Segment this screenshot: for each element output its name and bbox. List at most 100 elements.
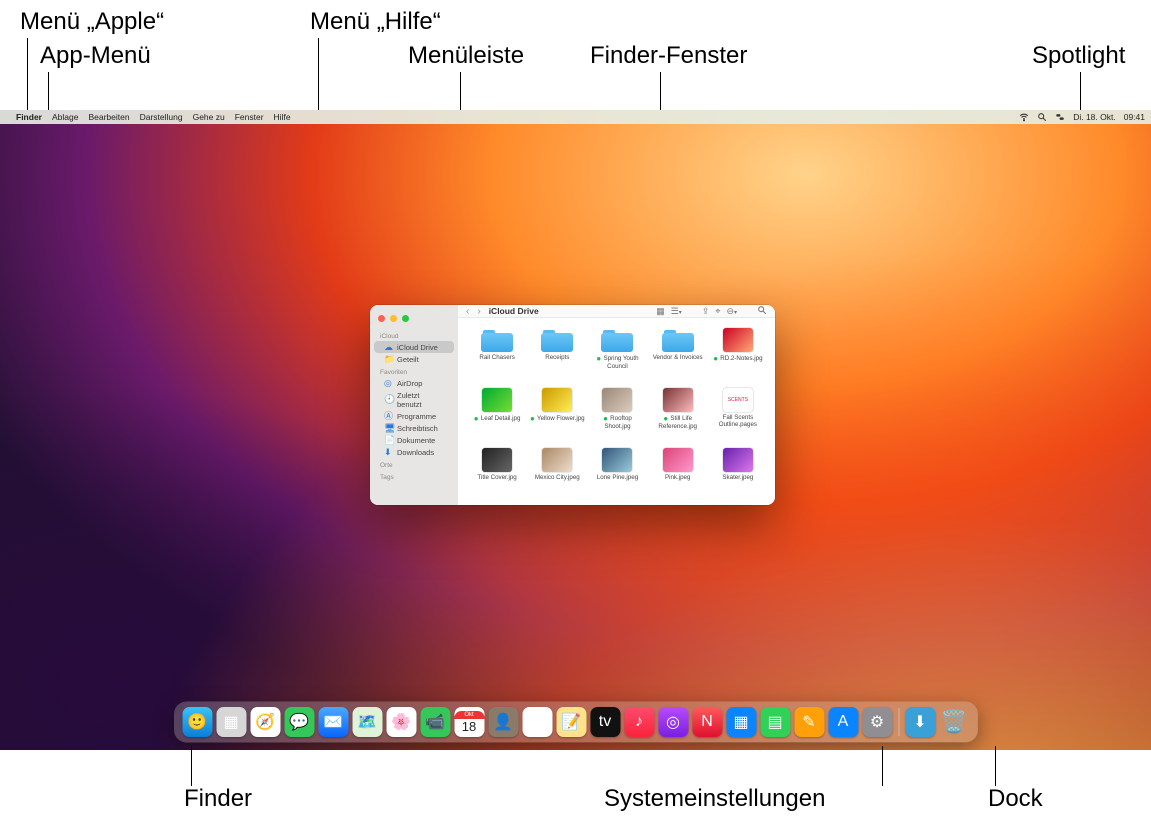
menu-fenster[interactable]: Fenster — [235, 112, 264, 122]
file-label: Skater.jpeg — [722, 474, 753, 481]
file-label: ● Leaf Detail.jpg — [474, 414, 521, 423]
sidebar-item-schreibtisch[interactable]: 🖥Schreibtisch — [374, 422, 454, 434]
dock-news[interactable]: N — [692, 707, 722, 737]
menubar-date[interactable]: Di. 18. Okt. — [1073, 112, 1116, 122]
dock-downloads[interactable]: ⬇︎ — [905, 707, 935, 737]
file-item[interactable]: Receipts — [528, 328, 586, 386]
file-item[interactable]: Title Cover.jpg — [468, 448, 526, 505]
file-item[interactable]: Pink.jpeg — [649, 448, 707, 505]
file-item[interactable]: Lone Pine.jpeg — [588, 448, 646, 505]
sidebar-item-downloads[interactable]: ⬇︎Downloads — [374, 446, 454, 458]
callout-menubar: Menüleiste — [408, 42, 524, 70]
share-icon[interactable]: ⇪ — [702, 306, 710, 317]
calendar-month-label: Okt — [454, 711, 484, 719]
dock-podcasts[interactable]: ◎ — [658, 707, 688, 737]
image-thumb-icon — [602, 388, 632, 412]
file-label: ● Still Life Reference.jpg — [650, 414, 706, 430]
menu-hilfe[interactable]: Hilfe — [274, 112, 291, 122]
menu-bearbeiten[interactable]: Bearbeiten — [88, 112, 129, 122]
finder-title: iCloud Drive — [489, 306, 539, 316]
file-item[interactable]: ● Spring Youth Council — [588, 328, 646, 386]
file-item[interactable]: Rail Chasers — [468, 328, 526, 386]
file-item[interactable]: ● Yellow Flower.jpg — [528, 388, 586, 446]
image-thumb-icon — [663, 448, 693, 472]
dock-maps[interactable]: 🗺️ — [352, 707, 382, 737]
image-thumb-icon — [542, 448, 572, 472]
menu-ablage[interactable]: Ablage — [52, 112, 78, 122]
sidebar-item-airdrop[interactable]: ◎AirDrop — [374, 377, 454, 389]
file-label: Receipts — [545, 354, 569, 361]
dock-facetime[interactable]: 📹 — [420, 707, 450, 737]
dock-tv[interactable]: tv — [590, 707, 620, 737]
dock-numbers[interactable]: ▤ — [760, 707, 790, 737]
dock-appstore[interactable]: A — [828, 707, 858, 737]
file-item[interactable]: ● Rooftop Shoot.jpg — [588, 388, 646, 446]
window-close-button[interactable] — [378, 315, 385, 322]
sidebar-item-dokumente[interactable]: 📄Dokumente — [374, 434, 454, 446]
callout-system-settings: Systemeinstellungen — [604, 785, 825, 813]
cloud-icon: ☁︎ — [384, 343, 393, 352]
callout-finder-window: Finder-Fenster — [590, 42, 747, 70]
apps-icon: Ⓐ — [384, 412, 393, 421]
sidebar-item-icloud-drive[interactable]: ☁︎ iCloud Drive — [374, 341, 454, 353]
control-center-icon[interactable] — [1055, 112, 1065, 122]
dock-calendar[interactable]: Okt18 — [454, 707, 484, 737]
dock-keynote[interactable]: ▦ — [726, 707, 756, 737]
tag-icon[interactable]: ⌖ — [715, 306, 720, 317]
desktop-icon: 🖥 — [384, 424, 393, 433]
dock-launchpad[interactable]: ▦ — [216, 707, 246, 737]
dock-trash[interactable]: 🗑️ — [939, 707, 969, 737]
file-item[interactable]: SCENTSFall Scents Outline.pages — [709, 388, 767, 446]
airdrop-icon: ◎ — [384, 379, 393, 388]
app-menu-finder[interactable]: Finder — [16, 112, 42, 122]
dock-messages[interactable]: 💬 — [284, 707, 314, 737]
dock-reminders[interactable]: ☑︎ — [522, 707, 552, 737]
sidebar-item-zuletzt-benutzt[interactable]: 🕘Zuletzt benutzt — [374, 389, 454, 410]
dock[interactable]: 🙂▦🧭💬✉️🗺️🌸📹Okt18👤☑︎📝tv♪◎N▦▤✎A⚙︎⬇︎🗑️ — [174, 702, 977, 742]
dock-mail[interactable]: ✉️ — [318, 707, 348, 737]
sidebar-section-title: Tags — [370, 470, 458, 482]
dock-contacts[interactable]: 👤 — [488, 707, 518, 737]
dock-pages[interactable]: ✎ — [794, 707, 824, 737]
file-item[interactable]: ● Leaf Detail.jpg — [468, 388, 526, 446]
file-item[interactable]: Mexico City.jpeg — [528, 448, 586, 505]
view-group-icon[interactable]: ☰▾ — [671, 306, 682, 317]
sidebar-item-label: iCloud Drive — [397, 343, 438, 352]
file-item[interactable]: Vendor & Invoices — [649, 328, 707, 386]
menu-gehe-zu[interactable]: Gehe zu — [193, 112, 225, 122]
sidebar-section-title: Favoriten — [370, 365, 458, 377]
menu-darstellung[interactable]: Darstellung — [140, 112, 183, 122]
file-item[interactable]: ● Still Life Reference.jpg — [649, 388, 707, 446]
view-icon-grid-icon[interactable]: ▦ — [656, 306, 665, 317]
dock-finder[interactable]: 🙂 — [182, 707, 212, 737]
file-label: Fall Scents Outline.pages — [710, 414, 766, 428]
dock-music[interactable]: ♪ — [624, 707, 654, 737]
folder-icon — [601, 328, 633, 352]
finder-file-grid[interactable]: Rail Chasers Receipts ● Spring Youth Counc… — [458, 318, 775, 505]
desktop-background: Finder Ablage Bearbeiten Darstellung Geh… — [0, 110, 1151, 750]
menubar-time[interactable]: 09:41 — [1124, 112, 1145, 122]
spotlight-icon[interactable] — [1037, 112, 1047, 122]
action-icon[interactable]: ⊖▾ — [726, 306, 737, 317]
file-item[interactable]: Skater.jpeg — [709, 448, 767, 505]
file-item[interactable]: ● RD.2-Notes.jpg — [709, 328, 767, 386]
forward-button[interactable]: › — [477, 306, 480, 317]
sidebar-item-geteilt[interactable]: 📁Geteilt — [374, 353, 454, 365]
wifi-icon[interactable] — [1019, 112, 1029, 122]
dock-system-settings[interactable]: ⚙︎ — [862, 707, 892, 737]
callout-dock: Dock — [988, 785, 1043, 813]
sidebar-item-programme[interactable]: ⒶProgramme — [374, 410, 454, 422]
dock-photos[interactable]: 🌸 — [386, 707, 416, 737]
dock-notes[interactable]: 📝 — [556, 707, 586, 737]
dock-safari[interactable]: 🧭 — [250, 707, 280, 737]
window-zoom-button[interactable] — [402, 315, 409, 322]
file-label: ● RD.2-Notes.jpg — [713, 354, 762, 363]
file-label: Rail Chasers — [479, 354, 514, 361]
finder-window[interactable]: iCloud☁︎iCloud Drive📁GeteiltFavoriten◎Ai… — [370, 305, 775, 505]
search-icon[interactable] — [757, 305, 767, 317]
menubar: Finder Ablage Bearbeiten Darstellung Geh… — [0, 110, 1151, 124]
callout-help-menu: Menü „Hilfe“ — [310, 8, 441, 36]
window-minimize-button[interactable] — [390, 315, 397, 322]
file-label: Mexico City.jpeg — [535, 474, 580, 481]
back-button[interactable]: ‹ — [466, 306, 469, 317]
